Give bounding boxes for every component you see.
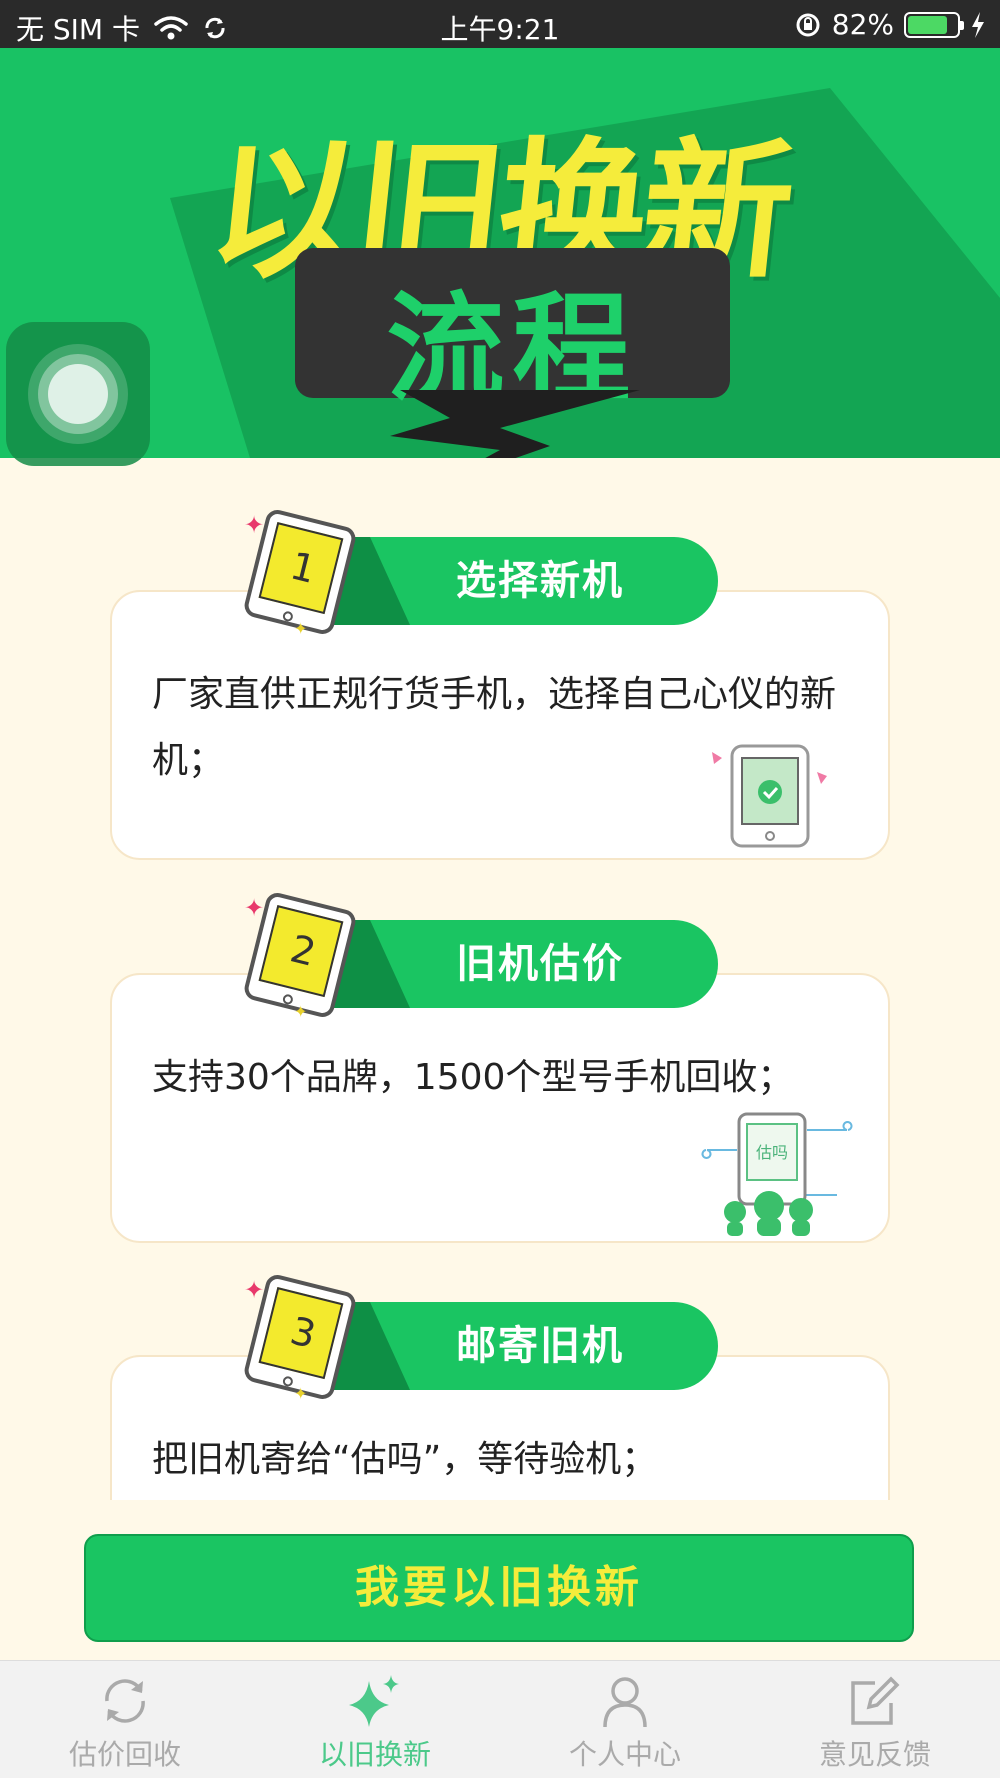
step-tag: 旧机估价: [330, 920, 718, 1008]
sparkle-icon: ✦: [294, 1384, 308, 1403]
step-card: 厂家直供正规行货手机，选择自己心仪的新机；: [110, 590, 890, 860]
tab-estimate-recycle[interactable]: 估价回收: [0, 1661, 250, 1778]
person-icon: [603, 1677, 647, 1728]
step-number: 1: [286, 543, 321, 592]
trade-in-button[interactable]: 我要以旧换新: [84, 1534, 914, 1642]
step-title: 旧机估价: [456, 941, 624, 987]
banner: 以旧换新 流程: [0, 48, 1000, 458]
step-tag: 邮寄旧机: [330, 1302, 718, 1390]
charging-icon: [972, 11, 984, 38]
phone-check-illustration: [712, 744, 827, 848]
step-card: 支持30个品牌，1500个型号手机回收； 估吗: [110, 973, 890, 1243]
sparkle-icon: ✦: [294, 1002, 308, 1021]
step-number: 3: [286, 1308, 321, 1357]
banner-tail: [390, 390, 640, 458]
tab-personal-center[interactable]: 个人中心: [500, 1661, 750, 1778]
tab-bar: 估价回收 以旧换新 个人中心 意见反馈: [0, 1660, 1000, 1778]
step-number: 2: [286, 926, 321, 975]
cta-area: 我要以旧换新: [0, 1500, 1000, 1660]
tab-trade-in[interactable]: 以旧换新: [250, 1661, 500, 1778]
tab-feedback[interactable]: 意见反馈: [750, 1661, 1000, 1778]
step-description: 支持30个品牌，1500个型号手机回收；: [152, 1057, 794, 1098]
rotation-lock-icon: [796, 13, 820, 36]
step-number-badge: ✦ 1 ✦: [242, 507, 358, 638]
battery-icon: [904, 11, 964, 38]
assistive-touch-button[interactable]: [6, 322, 150, 466]
tab-label: 以旧换新: [318, 1738, 431, 1771]
illustration-text: 估吗: [756, 1143, 788, 1162]
estimate-phone-illustration: 估吗: [701, 1112, 853, 1236]
step-tag: 选择新机: [330, 537, 718, 625]
refresh-icon: [105, 1679, 145, 1723]
status-bar: 无 SIM 卡 上午9:21 82%: [0, 0, 1000, 48]
tab-label: 意见反馈: [818, 1738, 931, 1771]
sparkle-icon: [349, 1675, 399, 1727]
step-title: 选择新机: [456, 558, 624, 604]
sparkle-icon: ✦: [294, 619, 308, 638]
edit-icon: [851, 1676, 900, 1725]
battery-percent: 82%: [831, 8, 894, 41]
tab-label: 个人中心: [568, 1738, 681, 1771]
step-description: 把旧机寄给“估吗”，等待验机；: [152, 1439, 658, 1480]
step-title: 邮寄旧机: [456, 1323, 624, 1369]
step-number-badge: ✦ 3 ✦: [242, 1272, 358, 1403]
tab-label: 估价回收: [68, 1738, 181, 1771]
step-number-badge: ✦ 2 ✦: [242, 890, 358, 1021]
